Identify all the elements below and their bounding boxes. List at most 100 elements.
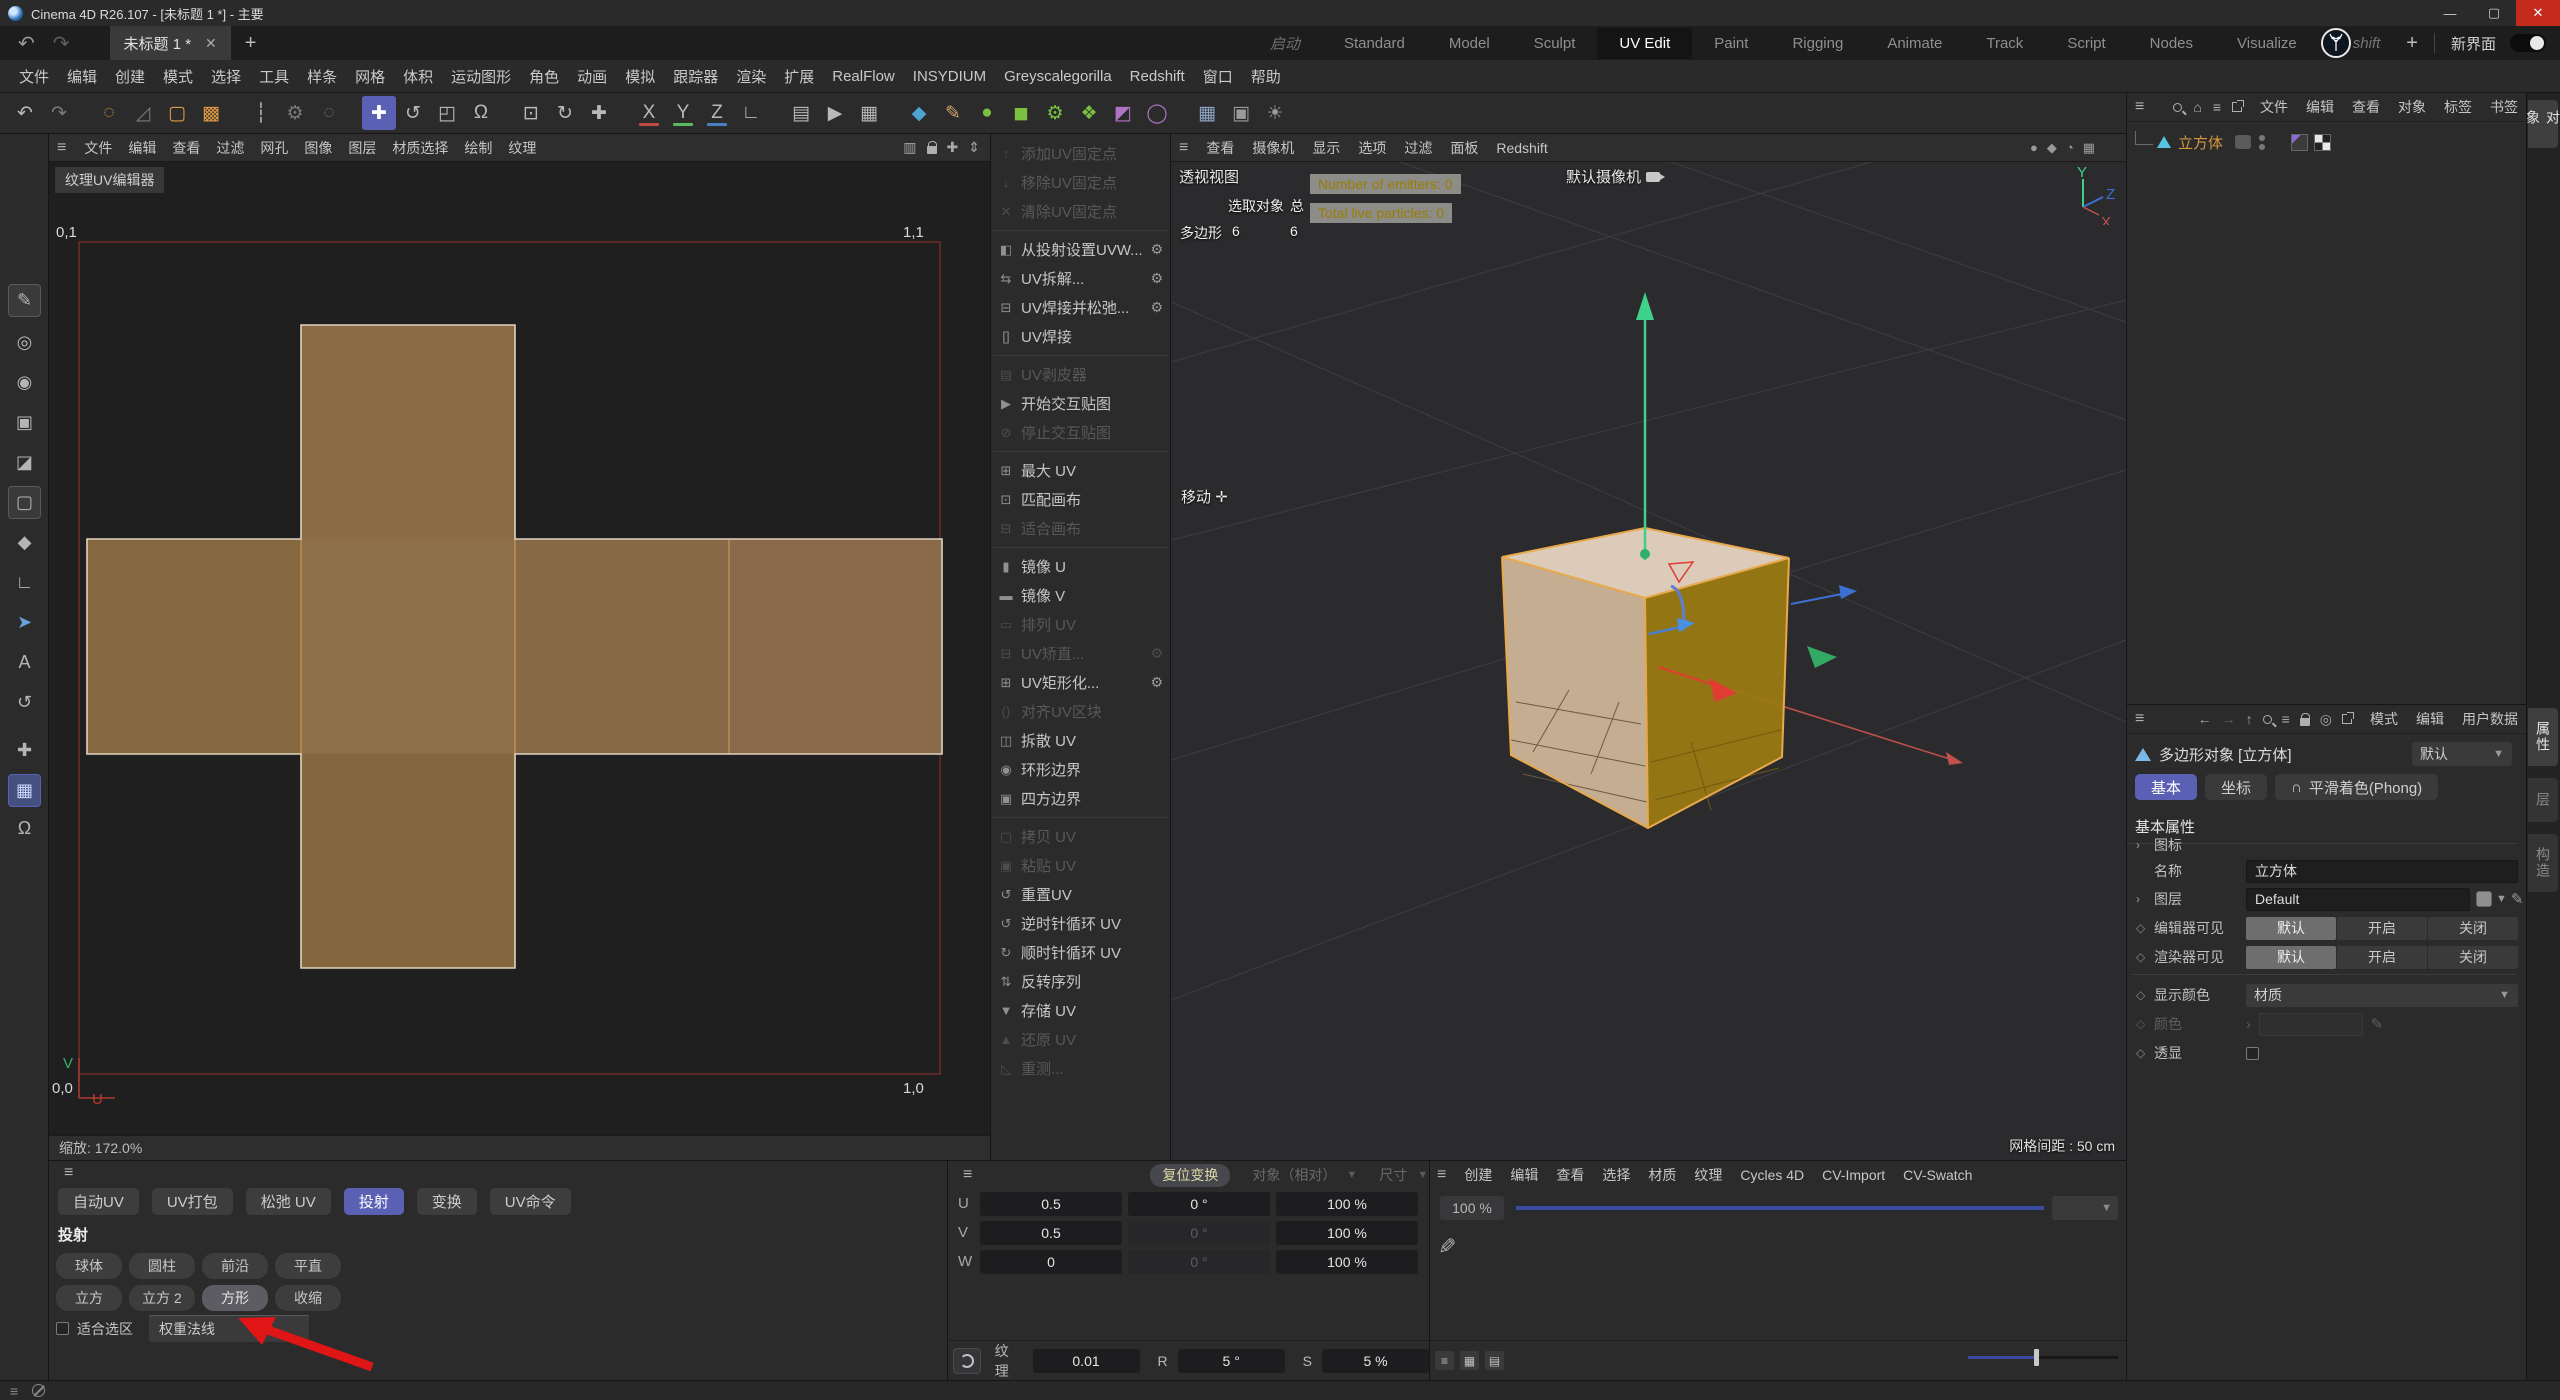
projection-button[interactable]: 前沿 [202,1253,268,1279]
uv-command-item[interactable]: [] UV焊接 [991,322,1170,351]
uv-command-item[interactable]: ▭ 排列 UV [991,610,1170,639]
attribute-tab[interactable]: 坐标 [2205,774,2267,800]
texture-step-field[interactable]: 0.01 [1033,1349,1140,1373]
uv-command-item[interactable]: ◫ 拆散 UV [991,726,1170,755]
home-icon[interactable]: ⌂ [2193,99,2201,115]
subdivision-surface-icon[interactable]: ◆ [902,96,936,130]
menu-item[interactable]: 帮助 [1242,66,1290,87]
scale-tool-icon[interactable]: ◰ [430,96,464,130]
menu-item[interactable]: 窗口 [1194,66,1242,87]
layout-tab[interactable]: Model [1427,28,1512,59]
panel-menu-icon[interactable]: ≡ [955,1166,980,1184]
back-icon[interactable]: ← [2198,711,2212,727]
menu-item[interactable]: Cycles 4D [1732,1167,1812,1183]
weight-normals-dropdown[interactable]: 权重法线 [149,1315,309,1342]
rect-selection-icon[interactable]: ▢ [160,96,194,130]
menu-item[interactable]: 编辑 [120,138,164,158]
axis-z-icon[interactable]: Z [700,96,734,130]
menu-item[interactable]: 过滤 [208,138,252,158]
rotate-step-icon[interactable]: ↻ [548,96,582,130]
uv-command-item[interactable]: ⊟ 适合画布 [991,514,1170,543]
uv-command-item[interactable]: ⊘ 停止交互贴图 [991,418,1170,447]
search-icon[interactable] [2263,715,2272,724]
menu-item[interactable]: 样条 [298,66,346,87]
uv-command-item[interactable]: ◺ 重测... [991,1054,1170,1083]
frame-selected-icon[interactable]: ⊡ [514,96,548,130]
uv-command-item[interactable]: ▣ 四方边界 [991,784,1170,813]
uv-command-item[interactable]: ✕ 清除UV固定点 [991,197,1170,226]
projection-button[interactable]: 球体 [56,1253,122,1279]
uv-command-item[interactable]: ▮ 镜像 U [991,552,1170,581]
magnet-tool-icon[interactable]: Ω [464,96,498,130]
v-rot-field[interactable]: 0 ° [1128,1221,1270,1245]
uv-command-item[interactable]: ⊞ 最大 UV [991,456,1170,485]
v-scale-field[interactable]: 100 % [1276,1221,1418,1245]
side-tab[interactable]: 构造 [2528,834,2558,892]
render-region-icon[interactable]: ▶ [818,96,852,130]
grid-icon[interactable]: ▦ [2083,140,2095,156]
panel-menu-icon[interactable]: ≡ [2127,98,2152,116]
uv-command-item[interactable]: ⇅ 反转序列 [991,967,1170,996]
lock-icon[interactable] [2300,718,2310,726]
uv-command-item[interactable]: ⊟ UV矫直... ⚙ [991,639,1170,668]
menu-item[interactable]: RealFlow [823,68,904,85]
paint-selection-icon[interactable]: ▩ [194,96,228,130]
rotate-step-field[interactable]: 5 ° [1178,1349,1285,1373]
uv-command-item[interactable]: ↓ 移除UV固定点 [991,168,1170,197]
uv-command-item[interactable]: ▤ UV剥皮器 [991,360,1170,389]
editor-visibility-dot[interactable] [2259,135,2265,141]
clock-icon[interactable]: ◔ [2066,140,2074,156]
grid-snap-icon[interactable]: ▦ [8,774,41,807]
panel-menu-icon[interactable]: ≡ [56,1164,81,1182]
layer-field[interactable]: Default [2246,888,2470,911]
menu-item[interactable]: 用户数据 [2454,709,2526,729]
menu-item[interactable]: 创建 [1456,1165,1500,1185]
layout-tab[interactable]: Rigging [1770,28,1865,59]
menu-item[interactable]: 图像 [296,138,340,158]
gear-icon[interactable]: ⚙ [1150,645,1163,662]
menu-item[interactable]: 材质选择 [384,138,456,158]
interface-toggle[interactable] [2510,34,2546,52]
mask-icon[interactable]: ◪ [8,446,41,479]
menu-item[interactable]: 绘制 [456,138,500,158]
menu-item[interactable]: 书签 [2482,97,2526,117]
uv-command-item[interactable]: ◉ 环形边界 [991,755,1170,784]
menu-item[interactable]: 工具 [250,66,298,87]
opacity-field[interactable]: 100 % [1440,1196,1504,1220]
pen-icon[interactable]: ✎ [1438,1234,1456,1260]
smudge-icon[interactable]: ◎ [8,326,41,359]
menu-item[interactable]: 面板 [1442,138,1486,158]
mograph-icon[interactable]: ❖ [1072,96,1106,130]
uv-command-item[interactable]: ▬ 镜像 V [991,581,1170,610]
panel-menu-icon[interactable]: ≡ [49,139,74,157]
modeling-axis-icon[interactable]: ┆ [244,96,278,130]
projection-button[interactable]: 立方 2 [129,1285,195,1311]
menu-item[interactable]: INSYDIUM [904,68,995,85]
axis-x-icon[interactable]: X [632,96,666,130]
menu-item[interactable]: CV-Swatch [1895,1167,1980,1183]
uv-command-item[interactable]: ⇆ UV拆解... ⚙ [991,264,1170,293]
rotate-tool-icon[interactable]: ↺ [396,96,430,130]
menu-item[interactable]: 材质 [1640,1165,1684,1185]
icon-group-row[interactable]: ›图标 [2126,832,2526,858]
v-pos-field[interactable]: 0.5 [980,1221,1122,1245]
w-pos-field[interactable]: 0 [980,1250,1122,1274]
axis-icon[interactable]: ✚ [8,734,41,767]
move-tool-icon[interactable]: ✚ [362,96,396,130]
list-view-icon[interactable]: ≡ [1435,1351,1454,1370]
undo-icon[interactable]: ↶ [8,96,42,130]
menu-item[interactable]: 网格 [346,66,394,87]
camera-view-icon[interactable]: ▣ [1224,96,1258,130]
menu-item[interactable]: 编辑 [2298,97,2342,117]
uv-command-item[interactable]: ▢ 拷贝 UV [991,822,1170,851]
reset-transform-button[interactable]: 复位变换 [1150,1164,1230,1187]
menu-item[interactable]: 摄像机 [1244,138,1302,158]
menu-item[interactable]: 编辑 [58,66,106,87]
popout-icon[interactable] [2232,102,2242,112]
grid-view-icon[interactable]: ▦ [1460,1351,1479,1370]
menu-item[interactable]: 运动图形 [442,66,520,87]
panel-menu-icon[interactable]: ≡ [2127,710,2152,728]
slider-handle[interactable] [2034,1349,2039,1366]
layout-tab[interactable]: Standard [1322,28,1427,59]
redshift-logo-icon[interactable] [2321,28,2351,58]
